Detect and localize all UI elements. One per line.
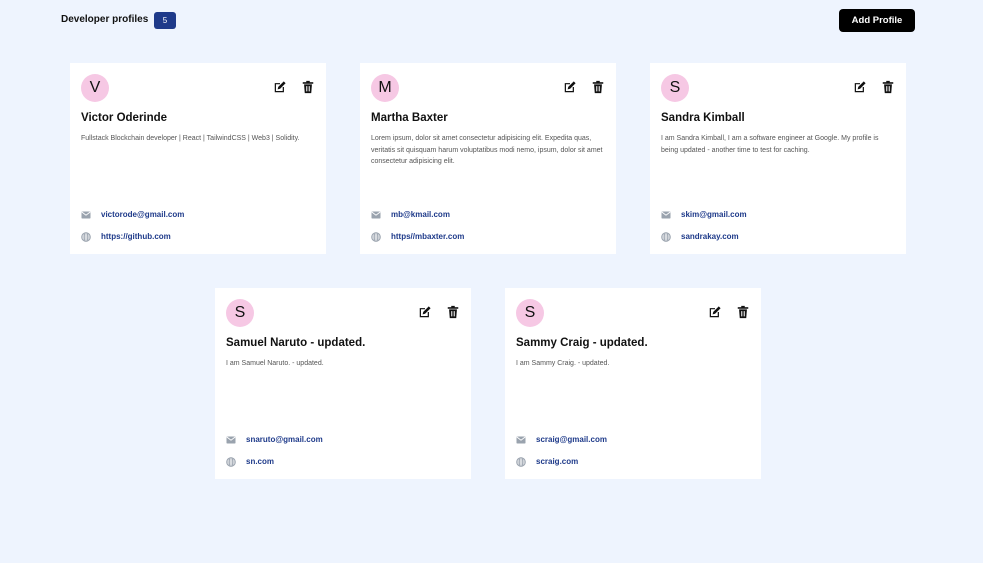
profile-count-badge: 5: [154, 12, 176, 29]
avatar: S: [226, 299, 254, 327]
edit-icon[interactable]: [563, 80, 577, 94]
email-row: scraig@gmail.com: [516, 434, 751, 446]
trash-icon[interactable]: [301, 80, 315, 94]
globe-icon: [81, 232, 91, 242]
email-link[interactable]: snaruto@gmail.com: [246, 434, 323, 446]
email-row: victorode@gmail.com: [81, 209, 316, 221]
trash-icon[interactable]: [591, 80, 605, 94]
email-row: mb@kmail.com: [371, 209, 606, 221]
avatar: M: [371, 74, 399, 102]
website-row: scraig.com: [516, 456, 751, 468]
profile-card: V Victor Oderinde Fullstack Blockchain d…: [70, 63, 326, 254]
website-row: https://github.com: [81, 231, 316, 243]
profile-name: Martha Baxter: [371, 112, 448, 124]
mail-icon: [371, 210, 381, 220]
email-link[interactable]: victorode@gmail.com: [101, 209, 184, 221]
profile-bio: I am Sammy Craig. - updated.: [516, 360, 610, 367]
page-title: Developer profiles: [61, 14, 149, 25]
trash-icon[interactable]: [881, 80, 895, 94]
website-link[interactable]: scraig.com: [536, 456, 578, 468]
profile-card: M Martha Baxter Lorem ipsum, dolor sit a…: [360, 63, 616, 254]
website-row: sandrakay.com: [661, 231, 896, 243]
profile-name: Sammy Craig - updated.: [516, 337, 648, 349]
edit-icon[interactable]: [853, 80, 867, 94]
trash-icon[interactable]: [736, 305, 750, 319]
page-header: Developer profiles 5 Add Profile: [0, 0, 983, 40]
profile-bio: I am Sandra Kimball, I am a software eng…: [661, 135, 879, 154]
trash-icon[interactable]: [446, 305, 460, 319]
website-link[interactable]: sandrakay.com: [681, 231, 739, 243]
website-link[interactable]: https//mbaxter.com: [391, 231, 464, 243]
profile-name: Victor Oderinde: [81, 112, 168, 124]
email-row: skim@gmail.com: [661, 209, 896, 221]
mail-icon: [661, 210, 671, 220]
edit-icon[interactable]: [273, 80, 287, 94]
edit-icon[interactable]: [418, 305, 432, 319]
globe-icon: [516, 457, 526, 467]
profile-bio: Lorem ipsum, dolor sit amet consectetur …: [371, 135, 603, 165]
globe-icon: [371, 232, 381, 242]
website-link[interactable]: https://github.com: [101, 231, 171, 243]
mail-icon: [516, 435, 526, 445]
profile-card: S Samuel Naruto - updated. I am Samuel N…: [215, 288, 471, 479]
email-link[interactable]: skim@gmail.com: [681, 209, 747, 221]
profile-bio: I am Samuel Naruto. - updated.: [226, 360, 324, 367]
profile-bio: Fullstack Blockchain developer | React |…: [81, 135, 300, 142]
edit-icon[interactable]: [708, 305, 722, 319]
add-profile-button[interactable]: Add Profile: [839, 9, 915, 32]
globe-icon: [226, 457, 236, 467]
mail-icon: [81, 210, 91, 220]
website-link[interactable]: sn.com: [246, 456, 274, 468]
website-row: sn.com: [226, 456, 461, 468]
profile-card: S Sandra Kimball I am Sandra Kimball, I …: [650, 63, 906, 254]
avatar: S: [661, 74, 689, 102]
email-row: snaruto@gmail.com: [226, 434, 461, 446]
avatar: S: [516, 299, 544, 327]
profile-card: S Sammy Craig - updated. I am Sammy Crai…: [505, 288, 761, 479]
email-link[interactable]: scraig@gmail.com: [536, 434, 607, 446]
mail-icon: [226, 435, 236, 445]
avatar: V: [81, 74, 109, 102]
website-row: https//mbaxter.com: [371, 231, 606, 243]
profile-name: Sandra Kimball: [661, 112, 745, 124]
email-link[interactable]: mb@kmail.com: [391, 209, 450, 221]
globe-icon: [661, 232, 671, 242]
profile-name: Samuel Naruto - updated.: [226, 337, 366, 349]
